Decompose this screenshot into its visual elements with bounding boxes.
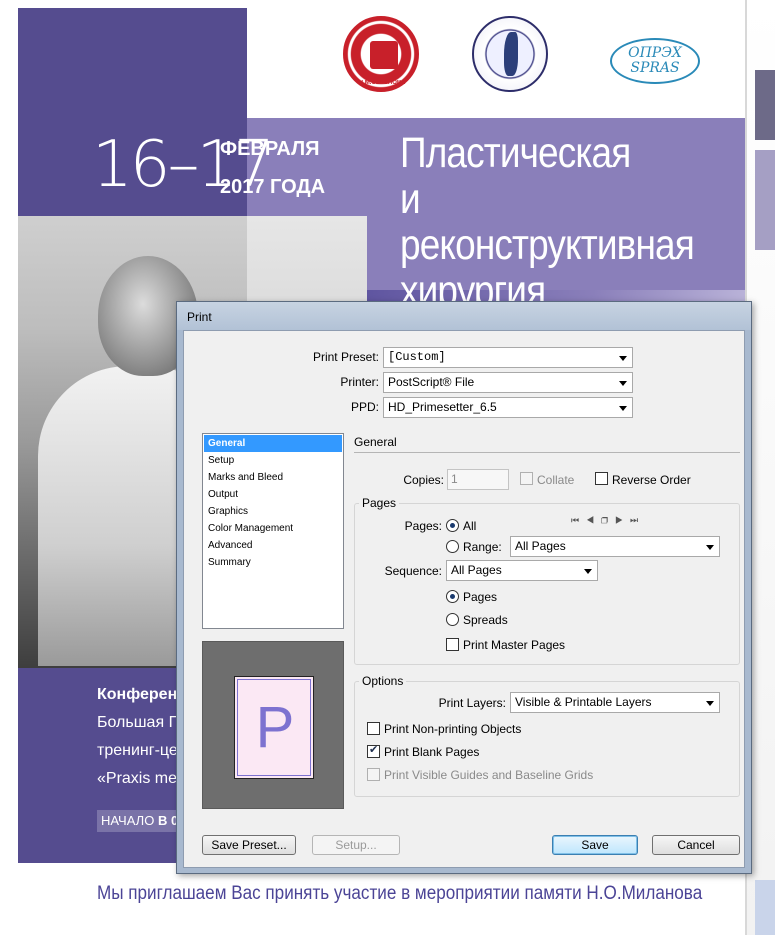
general-section-divider (354, 452, 740, 453)
start-prefix: НАЧАЛО (101, 813, 155, 828)
save-button[interactable]: Save (552, 835, 638, 855)
copies-field[interactable]: 1 (447, 469, 509, 490)
print-layers-select[interactable]: Visible & Printable Layers (510, 692, 720, 713)
pages-icon[interactable]: ❐ (601, 515, 615, 525)
chevron-down-icon (619, 406, 627, 411)
printer-value: PostScript® File (388, 375, 475, 389)
category-general[interactable]: General (204, 435, 342, 452)
print-non-printing-label: Print Non-printing Objects (384, 722, 522, 736)
pages-all-radio[interactable] (446, 519, 459, 532)
print-preset-value: [Custom] (388, 350, 446, 364)
dialog-title: Print (187, 310, 212, 324)
category-list[interactable]: General Setup Marks and Bleed Output Gra… (202, 433, 344, 629)
adjacent-page-chunk (755, 150, 775, 250)
pages-label: Pages: (404, 519, 442, 533)
pages-group-title: Pages (359, 496, 400, 510)
print-preset-label: Print Preset: (312, 350, 379, 364)
sequence-select[interactable]: All Pages (446, 560, 598, 581)
print-dialog: Print Print Preset: [Custom] Printer: Po… (176, 301, 752, 874)
chevron-down-icon (706, 701, 714, 706)
page-navigation: ⏮◀❐▶⏭ (571, 515, 645, 526)
chevron-down-icon (619, 356, 627, 361)
cancel-button[interactable]: Cancel (652, 835, 740, 855)
page-preview: P (202, 641, 344, 809)
last-page-icon[interactable]: ⏭ (630, 515, 645, 525)
society-logo (472, 16, 548, 92)
sechenov-logo-emblem (370, 41, 398, 69)
spras-logo: ОПРЭХ SPRAS (610, 38, 700, 84)
print-non-printing-checkbox[interactable] (367, 722, 380, 735)
first-page-icon[interactable]: ⏮ (571, 515, 586, 525)
layout-pages-radio[interactable] (446, 590, 459, 603)
spras-logo-line-2: SPRAS (630, 60, 680, 76)
event-year: 2017 ГОДА (220, 176, 326, 198)
print-blank-pages-label: Print Blank Pages (384, 745, 480, 759)
category-marks-and-bleed[interactable]: Marks and Bleed (204, 469, 342, 486)
category-advanced[interactable]: Advanced (204, 537, 342, 554)
print-layers-label: Print Layers: (438, 696, 506, 710)
preview-page-margins: P (237, 679, 311, 776)
preview-letter: P (255, 695, 295, 760)
print-master-pages-checkbox[interactable] (446, 638, 459, 651)
print-preset-select[interactable]: [Custom] (383, 347, 633, 368)
ppd-label: PPD: (350, 400, 379, 414)
print-blank-pages-checkbox[interactable] (367, 743, 380, 758)
event-title-line-1: Пластическая (400, 129, 631, 177)
options-group-title: Options (359, 674, 407, 688)
society-logo-face (504, 32, 518, 76)
pages-all-label: All (463, 519, 477, 533)
print-layers-value: Visible & Printable Layers (515, 695, 652, 709)
event-title: Пластическая и реконструктивная хирургия (400, 130, 723, 314)
layout-pages-label: Pages (463, 590, 498, 604)
reverse-order-checkbox[interactable] (595, 472, 608, 485)
copies-label: Copies: (403, 473, 444, 487)
invitation-text: Мы приглашаем Вас принять участие в меро… (97, 883, 703, 904)
sequence-value: All Pages (451, 563, 502, 577)
collate-checkbox[interactable] (520, 472, 533, 485)
flyer-left-margin (0, 0, 18, 935)
preview-page: P (234, 676, 314, 779)
adjacent-page-chunk (755, 880, 775, 935)
conference-heading: Конференц (97, 686, 188, 703)
ppd-value: HD_Primesetter_6.5 (388, 400, 497, 414)
event-month: ФЕВРАЛЯ (220, 138, 320, 160)
category-graphics[interactable]: Graphics (204, 503, 342, 520)
print-master-pages-label: Print Master Pages (463, 638, 566, 652)
printer-select[interactable]: PostScript® File (383, 372, 633, 393)
setup-button[interactable]: Setup... (312, 835, 400, 855)
print-guides-label: Print Visible Guides and Baseline Grids (384, 768, 594, 782)
print-guides-checkbox[interactable] (367, 768, 380, 781)
adjacent-page-chunk (755, 70, 775, 140)
previous-page-icon[interactable]: ◀ (586, 515, 601, 525)
page-range-value: All Pages (515, 539, 566, 553)
save-preset-button[interactable]: Save Preset... (202, 835, 296, 855)
chevron-down-icon (619, 381, 627, 386)
ppd-select[interactable]: HD_Primesetter_6.5 (383, 397, 633, 418)
sechenov-logo-caption: Н.М.СЕЧЕНОВА (358, 80, 406, 86)
dialog-titlebar[interactable]: Print (177, 302, 751, 330)
general-section-title: General (354, 435, 397, 449)
dialog-client-area: Print Preset: [Custom] Printer: PostScri… (183, 330, 745, 868)
printer-label: Printer: (340, 375, 379, 389)
next-page-icon[interactable]: ▶ (615, 515, 630, 525)
category-setup[interactable]: Setup (204, 452, 342, 469)
chevron-down-icon (584, 569, 592, 574)
pages-range-label: Range: (463, 540, 502, 554)
layout-spreads-radio[interactable] (446, 613, 459, 626)
collate-label: Collate (537, 473, 575, 487)
category-summary[interactable]: Summary (204, 554, 342, 571)
pages-range-radio[interactable] (446, 540, 459, 553)
reverse-order-label: Reverse Order (612, 473, 691, 487)
layout-spreads-label: Spreads (463, 613, 508, 627)
sequence-label: Sequence: (384, 564, 442, 578)
event-title-line-2: и реконструктивная (400, 175, 695, 269)
category-output[interactable]: Output (204, 486, 342, 503)
chevron-down-icon (706, 545, 714, 550)
category-color-management[interactable]: Color Management (204, 520, 342, 537)
page-range-input[interactable]: All Pages (510, 536, 720, 557)
spras-logo-line-1: ОПРЭХ (628, 45, 682, 61)
spras-logo-text: ОПРЭХ SPRAS (612, 46, 698, 76)
